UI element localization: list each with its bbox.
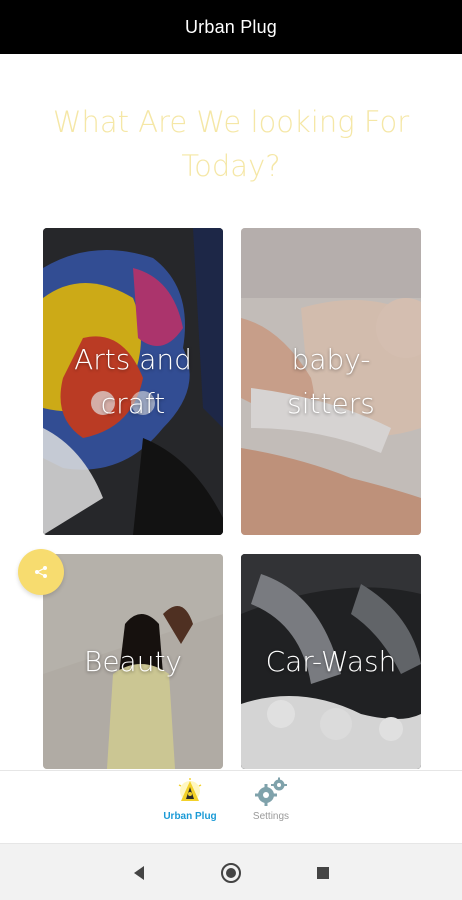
nav-label: Settings (252, 811, 290, 822)
nav-item-urban-plug[interactable]: Urban Plug (145, 777, 235, 839)
app-title: Urban Plug (184, 16, 278, 37)
category-card-beauty[interactable]: Beauty (43, 554, 223, 769)
category-label: Arts and craft (74, 342, 192, 420)
urban-plug-logo-icon (178, 778, 202, 801)
system-navigation-bar (0, 843, 462, 900)
back-icon (134, 866, 144, 880)
category-card-arts-and-craft[interactable]: Arts and craft (43, 228, 223, 535)
app-bar: Urban Plug (0, 0, 462, 54)
share-icon (35, 566, 47, 578)
nav-label: Urban Plug (163, 811, 217, 822)
share-button[interactable] (18, 549, 64, 595)
home-button[interactable] (220, 862, 242, 884)
category-label: Car-Wash (265, 644, 397, 678)
back-button[interactable] (128, 862, 150, 884)
recents-icon (317, 867, 329, 879)
gears-icon (255, 777, 287, 806)
nav-item-settings[interactable]: Settings (226, 777, 316, 839)
bottom-navigation: Urban Plug Settings (0, 770, 462, 843)
recents-button[interactable] (312, 862, 334, 884)
category-card-baby-sitters[interactable]: baby-sitters (241, 228, 421, 535)
category-label: Beauty (83, 644, 182, 678)
home-icon (221, 863, 241, 883)
category-label: baby-sitters (287, 342, 375, 420)
page-heading: What Are We looking For Today? (52, 105, 410, 183)
category-card-car-wash[interactable]: Car-Wash (241, 554, 421, 769)
